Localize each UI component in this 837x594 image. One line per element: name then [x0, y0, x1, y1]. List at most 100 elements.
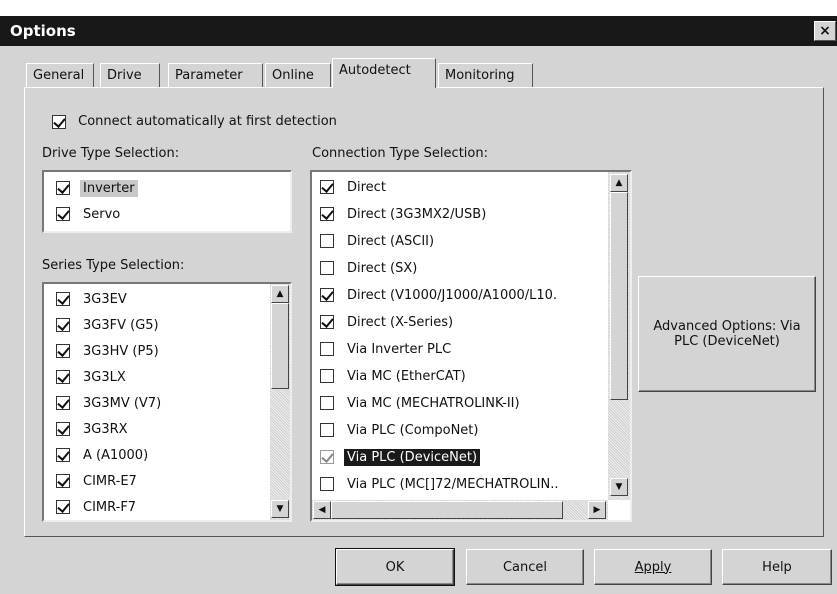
checkbox-icon[interactable] — [320, 261, 334, 275]
advanced-options-button[interactable]: Advanced Options: Via PLC (DeviceNet) — [638, 276, 816, 392]
checkbox-icon[interactable] — [320, 288, 334, 302]
list-item[interactable]: 3G3HV (P5) — [56, 340, 162, 362]
checkbox-icon[interactable] — [320, 234, 334, 248]
page-background — [0, 0, 837, 16]
checkbox-icon[interactable] — [56, 500, 70, 514]
checkbox-icon[interactable] — [320, 342, 334, 356]
help-button[interactable]: Help — [722, 549, 832, 585]
list-item[interactable]: Via Inverter PLC — [320, 338, 454, 360]
drive-type-list[interactable]: Inverter Servo — [42, 170, 292, 233]
checkbox-icon[interactable] — [320, 180, 334, 194]
checkbox-icon[interactable] — [56, 474, 70, 488]
list-item[interactable]: Servo — [56, 203, 123, 225]
list-item[interactable]: Via PLC (MC[]72/MECHATROLIN.. — [320, 473, 561, 495]
close-icon[interactable]: × — [814, 21, 836, 41]
list-item-label: 3G3MV (V7) — [83, 395, 162, 411]
checkbox-icon[interactable] — [320, 423, 334, 437]
list-item-label: Via Inverter PLC — [347, 341, 452, 357]
list-item[interactable]: Via MC (MECHATROLINK-II) — [320, 392, 523, 414]
scroll-down-arrow-icon[interactable]: ▼ — [610, 478, 628, 496]
list-item-label: Direct (ASCII) — [347, 233, 435, 249]
list-item-label: CIMR-F7 — [83, 499, 137, 515]
checkbox-icon[interactable] — [56, 181, 70, 195]
list-item[interactable]: Inverter — [56, 177, 138, 199]
list-item[interactable]: Direct (ASCII) — [320, 230, 437, 252]
list-item[interactable]: Direct — [320, 176, 389, 198]
list-item[interactable]: CIMR-F7 — [56, 496, 139, 518]
list-item-label: Inverter — [80, 179, 138, 197]
checkbox-icon[interactable] — [320, 315, 334, 329]
scroll-left-arrow-icon[interactable]: ◀ — [313, 501, 331, 519]
list-item[interactable]: Via PLC (CompoNet) — [320, 419, 481, 441]
list-item-label: Via PLC (MC[]72/MECHATROLIN.. — [347, 476, 559, 492]
checkbox-icon[interactable] — [56, 396, 70, 410]
cancel-button[interactable]: Cancel — [466, 549, 584, 585]
list-item-label: 3G3LX — [83, 369, 126, 385]
list-item-label: Direct (X-Series) — [347, 314, 454, 330]
scroll-thumb[interactable] — [271, 303, 289, 389]
tab-label: Parameter — [175, 68, 243, 83]
list-item-selected[interactable]: Via PLC (DeviceNet) — [320, 446, 481, 468]
connection-type-list[interactable]: Direct Direct (3G3MX2/USB) Direct (ASCII… — [310, 170, 632, 522]
ok-button[interactable]: OK — [335, 548, 455, 586]
checkbox-icon[interactable] — [320, 207, 334, 221]
list-item[interactable]: CIMR-E7 — [56, 470, 140, 492]
scroll-up-arrow-icon[interactable]: ▲ — [610, 174, 628, 192]
window-title: Options — [10, 22, 76, 40]
checkbox-icon[interactable] — [320, 477, 334, 491]
checkbox-icon[interactable] — [56, 422, 70, 436]
list-item[interactable]: Direct (3G3MX2/USB) — [320, 203, 489, 225]
apply-label: Apply — [634, 559, 672, 575]
scroll-up-arrow-icon[interactable]: ▲ — [271, 285, 289, 303]
tab-label: General — [33, 68, 85, 83]
connect-automatically-checkbox[interactable]: Connect automatically at first detection — [52, 114, 337, 129]
cancel-label: Cancel — [502, 559, 548, 575]
apply-button[interactable]: Apply — [594, 549, 712, 585]
list-item[interactable]: A (A1000) — [56, 444, 151, 466]
list-item[interactable]: 3G3EV — [56, 288, 130, 310]
list-item[interactable]: 3G3MV (V7) — [56, 392, 164, 414]
checkbox-icon[interactable] — [56, 370, 70, 384]
list-item[interactable]: 3G3LX — [56, 366, 129, 388]
checkbox-icon[interactable] — [320, 369, 334, 383]
scroll-thumb[interactable] — [610, 192, 628, 400]
drive-type-heading: Drive Type Selection: — [42, 146, 180, 161]
list-item-label: CIMR-E7 — [83, 473, 137, 489]
checkbox-icon[interactable] — [56, 207, 70, 221]
series-type-list[interactable]: 3G3EV 3G3FV (G5) 3G3HV (P5) 3G3LX 3G3MV … — [42, 282, 292, 522]
connection-vertical-scrollbar[interactable]: ▲ ▼ — [608, 172, 630, 500]
tab-parameter[interactable]: Parameter — [168, 63, 263, 88]
list-item[interactable]: 3G3RX — [56, 418, 131, 440]
checkbox-icon[interactable] — [52, 114, 66, 129]
tab-monitoring[interactable]: Monitoring — [438, 63, 533, 88]
checkbox-icon[interactable] — [320, 450, 334, 464]
tab-general[interactable]: General — [26, 63, 94, 88]
list-item[interactable]: Direct (V1000/J1000/A1000/L10. — [320, 284, 560, 306]
scroll-right-arrow-icon[interactable]: ▶ — [588, 501, 606, 519]
tab-online[interactable]: Online — [265, 63, 331, 88]
title-bar[interactable]: Options × — [0, 16, 837, 46]
list-item-label: 3G3HV (P5) — [83, 343, 159, 359]
list-item-label: Direct (3G3MX2/USB) — [347, 206, 487, 222]
list-item[interactable]: Direct (X-Series) — [320, 311, 456, 333]
checkbox-icon[interactable] — [56, 292, 70, 306]
connection-horizontal-scrollbar[interactable]: ◀ ▶ — [312, 500, 608, 520]
tab-drive[interactable]: Drive — [100, 63, 160, 88]
scroll-down-arrow-icon[interactable]: ▼ — [271, 500, 289, 518]
scroll-thumb[interactable] — [331, 501, 563, 519]
checkbox-icon[interactable] — [56, 448, 70, 462]
tab-autodetect[interactable]: Autodetect — [332, 58, 436, 88]
series-vertical-scrollbar[interactable]: ▲ ▼ — [270, 284, 290, 520]
checkbox-icon[interactable] — [56, 318, 70, 332]
list-item[interactable]: 3G3FV (G5) — [56, 314, 162, 336]
list-item[interactable]: Via MC (EtherCAT) — [320, 365, 469, 387]
list-item[interactable]: Direct (SX) — [320, 257, 420, 279]
ok-label: OK — [385, 559, 405, 575]
tab-label: Monitoring — [445, 68, 515, 83]
checkbox-icon[interactable] — [320, 396, 334, 410]
checkbox-icon[interactable] — [56, 344, 70, 358]
list-item-label: Via MC (MECHATROLINK-II) — [347, 395, 520, 411]
tab-label: Autodetect — [339, 63, 411, 78]
advanced-options-label: Advanced Options: Via PLC (DeviceNet) — [653, 319, 801, 349]
connection-type-heading: Connection Type Selection: — [312, 146, 488, 161]
